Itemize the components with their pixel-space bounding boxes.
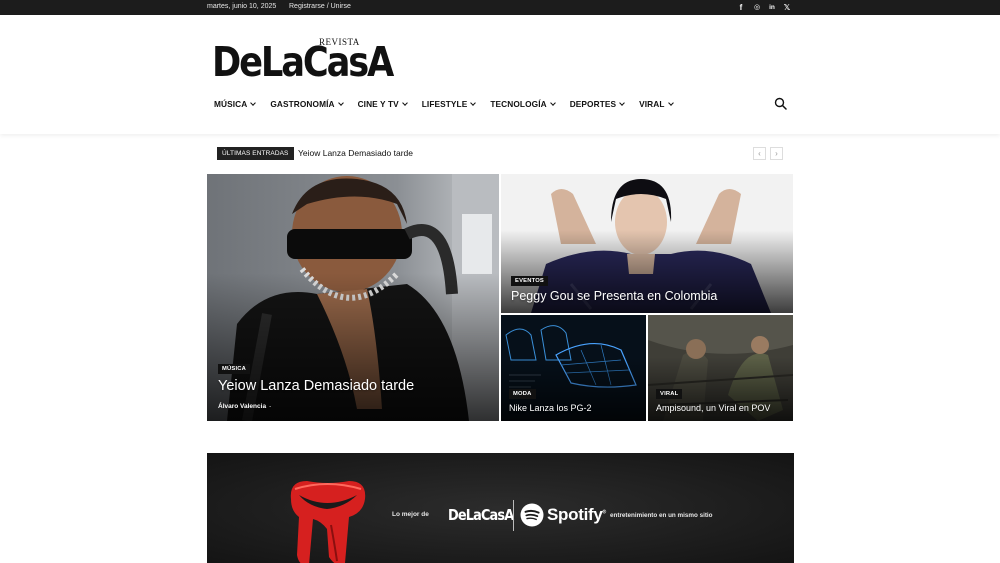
rolling-stones-tongue-icon bbox=[290, 481, 366, 563]
article-title[interactable]: Yeiow Lanza Demasiado tarde bbox=[218, 378, 414, 395]
trademark-symbol: ® bbox=[602, 509, 607, 516]
ticker-prev-button[interactable]: ‹ bbox=[753, 147, 766, 160]
chevron-down-icon bbox=[549, 100, 556, 106]
chevron-down-icon bbox=[667, 100, 674, 106]
instagram-icon[interactable]: ◎ bbox=[751, 2, 763, 13]
nav-label: LIFESTYLE bbox=[421, 99, 468, 109]
promo-banner[interactable]: Lo mejor de DeLaCasA Spotify® entretenim… bbox=[207, 453, 794, 563]
chevron-down-icon bbox=[619, 100, 625, 106]
image-overlay bbox=[207, 272, 499, 421]
nav-label: DEPORTES bbox=[569, 99, 617, 109]
category-badge[interactable]: VIRAL bbox=[656, 389, 683, 399]
x-icon[interactable]: 𝕏 bbox=[781, 2, 793, 13]
latest-entries-label: ÚLTIMAS ENTRADAS bbox=[217, 147, 294, 160]
author-separator: - bbox=[269, 403, 272, 410]
chevron-down-icon bbox=[401, 100, 408, 106]
spotify-wordmark: Spotify® bbox=[547, 505, 606, 525]
chevron-down-icon bbox=[337, 100, 344, 106]
nav-label: TECNOLOGÍA bbox=[490, 99, 547, 109]
article-title[interactable]: Peggy Gou se Presenta en Colombia bbox=[511, 289, 717, 303]
site-header: REVISTA DeLaCasA MÚSICA GASTRONOMÍA CINE… bbox=[0, 15, 1000, 134]
nav-label: CINE Y TV bbox=[357, 99, 399, 109]
site-logo[interactable]: REVISTA DeLaCasA bbox=[212, 37, 394, 83]
category-badge[interactable]: EVENTOS bbox=[511, 276, 548, 286]
ticker-headline[interactable]: Yeiow Lanza Demasiado tarde bbox=[298, 148, 413, 159]
main-nav: MÚSICA GASTRONOMÍA CINE Y TV LIFESTYLE T… bbox=[214, 98, 688, 110]
banner-logo: DeLaCasA bbox=[448, 506, 514, 524]
banner-pre-text: Lo mejor de bbox=[392, 511, 429, 518]
facebook-icon[interactable]: f bbox=[735, 2, 747, 13]
nav-item-lifestyle[interactable]: LIFESTYLE bbox=[421, 98, 477, 110]
featured-top-right-article[interactable]: EVENTOS Peggy Gou se Presenta en Colombi… bbox=[501, 174, 793, 313]
nav-item-tecnologia[interactable]: TECNOLOGÍA bbox=[490, 98, 556, 110]
nav-label: VIRAL bbox=[639, 99, 665, 109]
nav-item-musica[interactable]: MÚSICA bbox=[214, 98, 257, 110]
nav-item-viral[interactable]: VIRAL bbox=[639, 98, 674, 110]
banner-post-text: entretenimiento en un mismo sitio bbox=[610, 512, 713, 519]
nav-item-deportes[interactable]: DEPORTES bbox=[569, 98, 625, 110]
nav-item-cine-tv[interactable]: CINE Y TV bbox=[357, 98, 408, 110]
article-title[interactable]: Nike Lanza los PG-2 bbox=[509, 403, 592, 413]
ticker-next-button[interactable]: › bbox=[770, 147, 783, 160]
chevron-down-icon bbox=[470, 100, 477, 106]
article-author[interactable]: Álvaro Valencia - bbox=[218, 403, 271, 410]
search-icon[interactable] bbox=[774, 97, 787, 110]
featured-bottom-right-article[interactable]: VIRAL Ampisound, un Viral en POV bbox=[648, 315, 793, 421]
linkedin-icon[interactable]: in bbox=[766, 2, 778, 13]
login-link[interactable]: Registrarse / Unirse bbox=[289, 3, 351, 10]
category-badge[interactable]: MÚSICA bbox=[218, 364, 251, 374]
article-title[interactable]: Ampisound, un Viral en POV bbox=[656, 403, 770, 413]
author-name[interactable]: Álvaro Valencia bbox=[218, 403, 266, 410]
featured-bottom-left-article[interactable]: MODA Nike Lanza los PG-2 bbox=[501, 315, 646, 421]
category-badge[interactable]: MODA bbox=[509, 389, 536, 399]
current-date: martes, junio 10, 2025 bbox=[207, 3, 277, 10]
top-bar: martes, junio 10, 2025 Registrarse / Uni… bbox=[0, 0, 1000, 15]
nav-label: GASTRONOMÍA bbox=[270, 99, 335, 109]
logo-wordmark: DeLaCasA bbox=[212, 38, 394, 86]
nav-item-gastronomia[interactable]: GASTRONOMÍA bbox=[270, 98, 344, 110]
featured-main-article[interactable]: MÚSICA Yeiow Lanza Demasiado tarde Álvar… bbox=[207, 174, 499, 421]
banner-divider bbox=[513, 500, 514, 531]
spotify-icon bbox=[520, 503, 544, 527]
spotify-name: Spotify bbox=[547, 505, 603, 524]
nav-label: MÚSICA bbox=[214, 99, 248, 109]
chevron-down-icon bbox=[250, 100, 257, 106]
